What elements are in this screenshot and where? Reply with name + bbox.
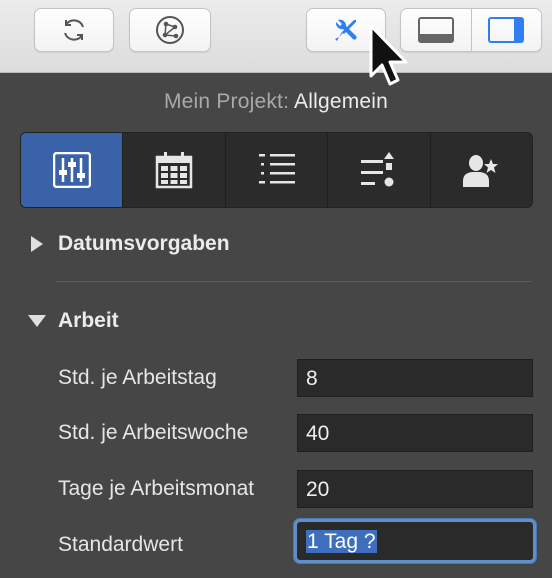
tools-icon: [335, 19, 357, 41]
tab-sort[interactable]: [327, 133, 429, 207]
toolbar: [0, 0, 552, 73]
tab-resources[interactable]: [429, 133, 532, 207]
days-per-month-field[interactable]: 20: [297, 470, 533, 508]
days-per-month-label: Tage je Arbeitsmonat: [58, 477, 255, 500]
inspector-tabs: [20, 132, 533, 208]
section-title: Datumsvorgaben: [58, 232, 230, 255]
calendar-icon: [155, 152, 193, 189]
tab-general[interactable]: [21, 133, 123, 207]
mouse-cursor-icon: [369, 24, 408, 86]
person-star-icon: [463, 155, 499, 187]
section-title: Arbeit: [58, 309, 119, 332]
refresh-button[interactable]: [34, 8, 114, 52]
network-icon: [156, 16, 184, 44]
default-value-field[interactable]: 1 Tag ?: [297, 522, 533, 560]
hours-per-week-field[interactable]: 40: [297, 414, 533, 452]
network-button[interactable]: [129, 8, 211, 52]
disclosure-collapsed-icon: [28, 235, 46, 253]
default-value-selected-text: 1 Tag ?: [306, 530, 377, 553]
breadcrumb-current: Allgemein: [294, 90, 389, 113]
hours-per-day-label: Std. je Arbeitstag: [58, 366, 217, 389]
section-datumsvorgaben-header[interactable]: Datumsvorgaben: [28, 232, 230, 256]
view-toggle: [400, 8, 542, 52]
sliders-icon: [52, 152, 91, 188]
tab-list[interactable]: [224, 133, 327, 207]
breadcrumb: Mein Projekt: Allgemein: [0, 90, 552, 114]
hours-per-week-label: Std. je Arbeitswoche: [58, 421, 249, 444]
breadcrumb-project-label: Mein Projekt:: [163, 90, 290, 113]
hours-per-day-value: 8: [306, 367, 318, 390]
hours-per-week-value: 40: [306, 422, 330, 445]
refresh-icon: [64, 19, 84, 41]
section-arbeit-header[interactable]: Arbeit: [28, 309, 119, 333]
list-icon: [258, 154, 295, 184]
right-sidebar-icon: [488, 17, 525, 43]
tab-calendar[interactable]: [122, 133, 224, 207]
disclosure-expanded-icon: [28, 312, 46, 330]
sort-list-icon: [360, 152, 394, 187]
section-divider: [56, 281, 532, 282]
hours-per-day-field[interactable]: 8: [297, 359, 533, 397]
default-value-label: Standardwert: [58, 533, 183, 556]
right-sidebar-toggle[interactable]: [470, 9, 542, 51]
bottom-panel-icon: [417, 17, 454, 43]
days-per-month-value: 20: [306, 478, 330, 501]
